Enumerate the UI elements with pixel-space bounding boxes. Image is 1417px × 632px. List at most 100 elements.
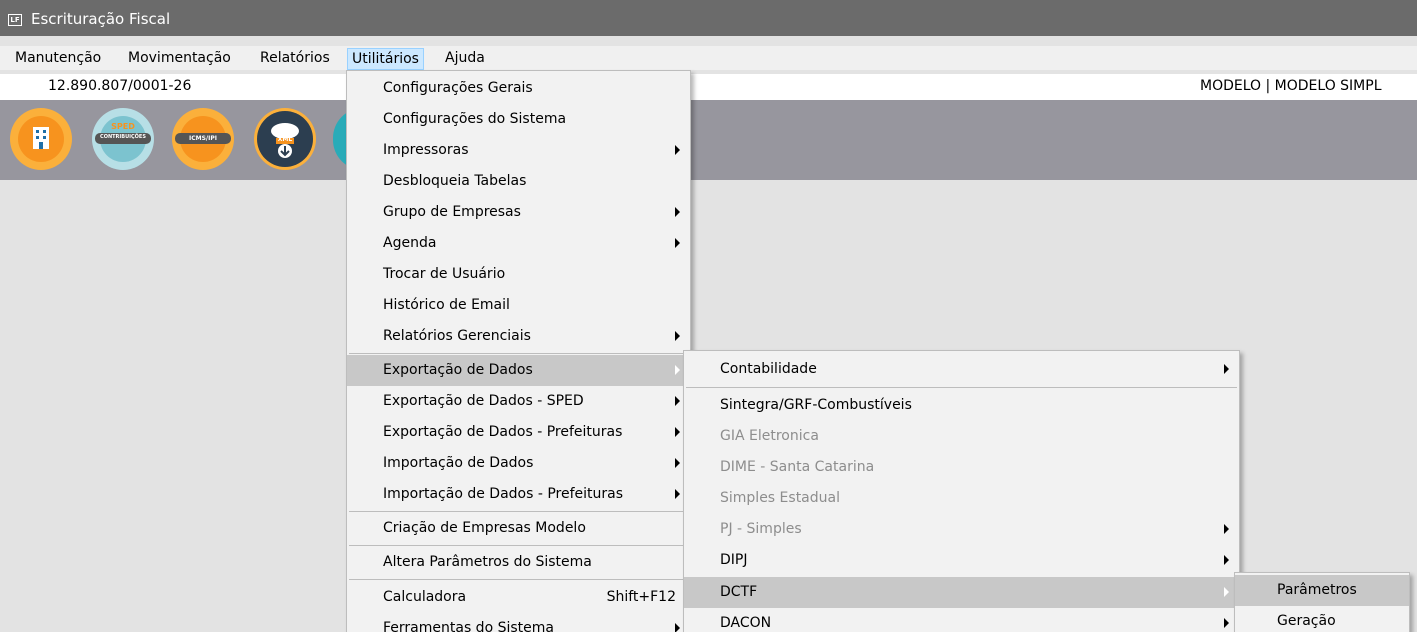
submenu-arrow-icon (1224, 555, 1229, 565)
menu-item-label: Parâmetros (1277, 582, 1357, 598)
menu-item-exportacao-dados[interactable]: Exportação de Dados (347, 355, 690, 386)
submenu-arrow-icon (675, 207, 680, 217)
menu-item-dime-santa-catarina: DIME - Santa Catarina (684, 452, 1239, 483)
menu-item-exportacao-sped[interactable]: Exportação de Dados - SPED (347, 386, 690, 417)
menu-separator (349, 579, 688, 580)
menu-ajuda[interactable]: Ajuda (441, 48, 489, 70)
icms-ipi-label: ICMS/IPI (189, 135, 217, 142)
menu-item-historico-email[interactable]: Histórico de Email (347, 290, 690, 321)
menu-item-simples-estadual: Simples Estadual (684, 483, 1239, 514)
menu-item-importacao-dados[interactable]: Importação de Dados (347, 448, 690, 479)
menu-item-label: Calculadora (383, 589, 467, 605)
menu-item-sintegra[interactable]: Sintegra/GRF-Combustíveis (684, 390, 1239, 421)
submenu-arrow-icon (675, 238, 680, 248)
submenu-arrow-icon (675, 427, 680, 437)
menu-item-ferramentas-sistema[interactable]: Ferramentas do Sistema (347, 613, 690, 632)
menu-item-dacon[interactable]: DACON (684, 608, 1239, 632)
menu-item-label: Exportação de Dados (383, 362, 533, 378)
sped-sub-label: CONTRIBUIÇÕES (100, 134, 146, 140)
window-title: Escrituração Fiscal (31, 10, 171, 28)
utilitarios-menu: Configurações Gerais Configurações do Si… (346, 70, 691, 632)
company-model: MODELO | MODELO SIMPL (1200, 78, 1382, 94)
icms-ipi-button[interactable]: ICMS/IPI (172, 108, 234, 170)
sped-label: SPED (111, 122, 135, 131)
menu-item-agenda[interactable]: Agenda (347, 228, 690, 259)
menu-item-impressoras[interactable]: Impressoras (347, 135, 690, 166)
menu-item-geracao[interactable]: Geração (1235, 606, 1409, 632)
company-button[interactable] (10, 108, 72, 170)
menu-item-label: Contabilidade (720, 361, 817, 377)
menu-item-importacao-prefeituras[interactable]: Importação de Dados - Prefeituras (347, 479, 690, 510)
company-info-bar: 12.890.807/0001-26 MODELO | MODELO SIMPL (0, 74, 1417, 100)
menu-item-label: Grupo de Empresas (383, 204, 521, 220)
toolbar: SPED CONTRIBUIÇÕES ICMS/IPI XML (0, 100, 1417, 180)
sped-contribuicoes-button[interactable]: SPED CONTRIBUIÇÕES (92, 108, 154, 170)
menu-item-grupo-empresas[interactable]: Grupo de Empresas (347, 197, 690, 228)
dctf-submenu: Parâmetros Geração (1234, 572, 1410, 632)
menu-item-exportacao-prefeituras[interactable]: Exportação de Dados - Prefeituras (347, 417, 690, 448)
menu-relatorios[interactable]: Relatórios (256, 48, 334, 70)
menu-item-label: Histórico de Email (383, 297, 510, 313)
app-icon: LF (8, 14, 22, 26)
building-icon (18, 116, 64, 162)
menu-item-dipj[interactable]: DIPJ (684, 545, 1239, 576)
submenu-arrow-icon (675, 489, 680, 499)
menu-item-label: DCTF (720, 584, 758, 600)
menu-separator (349, 353, 688, 354)
menu-item-label: DIPJ (720, 552, 748, 568)
submenu-arrow-icon (675, 396, 680, 406)
menu-item-gia-eletronica: GIA Eletronica (684, 421, 1239, 452)
menu-item-label: Importação de Dados (383, 455, 534, 471)
menu-item-label: Agenda (383, 235, 437, 251)
menu-separator (686, 387, 1237, 388)
submenu-arrow-icon (675, 365, 680, 375)
menu-item-trocar-usuario[interactable]: Trocar de Usuário (347, 259, 690, 290)
menu-manutencao[interactable]: Manutenção (11, 48, 105, 70)
menu-separator (349, 511, 688, 512)
menu-item-altera-parametros[interactable]: Altera Parâmetros do Sistema (347, 547, 690, 578)
menu-item-label: Trocar de Usuário (383, 266, 506, 282)
menu-item-label: Geração (1277, 613, 1336, 629)
submenu-arrow-icon (675, 623, 680, 632)
submenu-arrow-icon (1224, 524, 1229, 534)
xml-button[interactable]: XML (254, 108, 316, 170)
menu-item-pj-simples: PJ - Simples (684, 514, 1239, 545)
exportacao-dados-submenu: Contabilidade Sintegra/GRF-Combustíveis … (683, 350, 1240, 632)
menu-item-label: DIME - Santa Catarina (720, 459, 875, 475)
menu-bar: Manutenção Movimentação Relatórios Utili… (0, 46, 1417, 70)
title-bar: LF Escrituração Fiscal (0, 0, 1417, 36)
submenu-arrow-icon (1224, 587, 1229, 597)
menu-item-label: Importação de Dados - Prefeituras (383, 486, 624, 502)
submenu-arrow-icon (1224, 618, 1229, 628)
menu-item-label: Simples Estadual (720, 490, 840, 506)
company-cnpj: 12.890.807/0001-26 (48, 78, 192, 94)
menu-item-relatorios-gerenciais[interactable]: Relatórios Gerenciais (347, 321, 690, 352)
menu-item-configuracoes-sistema[interactable]: Configurações do Sistema (347, 104, 690, 135)
menu-item-calculadora[interactable]: Calculadora Shift+F12 (347, 582, 690, 613)
menu-item-label: PJ - Simples (720, 521, 802, 537)
menu-item-label: Altera Parâmetros do Sistema (383, 554, 592, 570)
menu-utilitarios[interactable]: Utilitários (347, 48, 424, 70)
menu-item-criacao-empresas-modelo[interactable]: Criação de Empresas Modelo (347, 513, 690, 544)
menu-item-label: Desbloqueia Tabelas (383, 173, 527, 189)
menu-item-label: Relatórios Gerenciais (383, 328, 531, 344)
menu-item-label: Configurações do Sistema (383, 111, 567, 127)
menu-item-dctf[interactable]: DCTF (684, 577, 1239, 608)
submenu-arrow-icon (675, 145, 680, 155)
menu-separator (349, 545, 688, 546)
submenu-arrow-icon (1224, 364, 1229, 374)
menu-item-label: Sintegra/GRF-Combustíveis (720, 397, 912, 413)
submenu-arrow-icon (675, 331, 680, 341)
menu-item-label: Exportação de Dados - Prefeituras (383, 424, 623, 440)
menu-item-label: DACON (720, 615, 772, 631)
menu-item-label: Impressoras (383, 142, 469, 158)
menu-item-contabilidade[interactable]: Contabilidade (684, 354, 1239, 385)
menu-movimentacao[interactable]: Movimentação (124, 48, 235, 70)
menu-item-parametros[interactable]: Parâmetros (1235, 575, 1409, 606)
menu-item-label: Criação de Empresas Modelo (383, 520, 586, 536)
menu-item-label: Ferramentas do Sistema (383, 620, 554, 632)
menu-item-desbloqueia-tabelas[interactable]: Desbloqueia Tabelas (347, 166, 690, 197)
shortcut-label: Shift+F12 (606, 589, 676, 605)
menu-item-configuracoes-gerais[interactable]: Configurações Gerais (347, 73, 690, 104)
xml-label: XML (277, 136, 293, 143)
